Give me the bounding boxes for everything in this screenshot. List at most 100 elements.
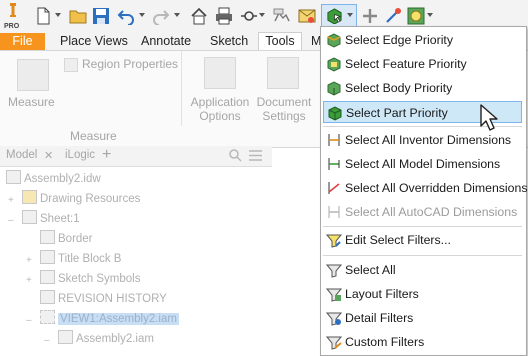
tab-tools[interactable]: Tools: [258, 32, 302, 51]
part-priority-icon: [328, 106, 342, 121]
collapse-icon[interactable]: –: [26, 315, 32, 326]
menu-item-edit-select-filters[interactable]: Edit Select Filters...: [323, 229, 522, 251]
sketch-symbols-icon: [40, 270, 55, 284]
edit-filters-icon: [326, 234, 342, 248]
tab-annotate[interactable]: Annotate: [141, 33, 191, 50]
tree-node-selected[interactable]: VIEW1:Assembly2.iam: [40, 310, 179, 328]
tree-node[interactable]: Drawing Resources: [22, 190, 140, 208]
document-settings-icon[interactable]: [267, 57, 299, 89]
menu-item-select-feature-priority[interactable]: Select Feature Priority: [323, 53, 522, 75]
add-icon[interactable]: [361, 7, 379, 25]
menu-separator: [323, 255, 522, 256]
menu-item-label: Select All Overridden Dimensions: [345, 181, 528, 195]
chevron-down-icon[interactable]: [55, 13, 61, 17]
menu-item-select-body-priority[interactable]: Select Body Priority: [323, 77, 522, 99]
measure-icon[interactable]: [17, 59, 49, 91]
pan-icon[interactable]: [384, 7, 402, 25]
inventor-dimensions-icon: [328, 134, 340, 146]
redo-icon[interactable]: [152, 7, 170, 25]
tab-sketch[interactable]: Sketch: [210, 33, 248, 50]
measure-icon[interactable]: [240, 7, 258, 25]
update-icon[interactable]: [273, 7, 291, 25]
menu-item-label: Select All AutoCAD Dimensions: [345, 205, 518, 219]
menu-item-label: Detail Filters: [345, 311, 414, 325]
menu-item-select-edge-priority[interactable]: Select Edge Priority: [323, 29, 522, 51]
menu-icon[interactable]: [249, 150, 262, 161]
collapse-icon[interactable]: –: [44, 335, 50, 346]
panel-label: Measure: [70, 129, 117, 143]
save-icon[interactable]: [92, 7, 110, 25]
chevron-down-icon[interactable]: [427, 13, 433, 17]
select-priority-button[interactable]: [321, 4, 357, 27]
appearance-icon[interactable]: [407, 7, 425, 25]
print-icon[interactable]: [215, 7, 233, 25]
tab-file[interactable]: File: [0, 33, 45, 50]
measure-label[interactable]: Measure: [8, 95, 55, 109]
tree-node[interactable]: Assembly2.idw: [6, 170, 101, 188]
body-priority-icon: [327, 81, 341, 96]
application-options-button[interactable]: Application Options: [189, 95, 251, 123]
drawing-icon: [6, 170, 21, 184]
tree-node[interactable]: Border: [40, 230, 93, 248]
assembly-icon: [58, 330, 73, 344]
expand-icon[interactable]: +: [26, 275, 32, 286]
menu-item-layout-filters[interactable]: Layout Filters: [323, 283, 522, 305]
menu-item-select-all[interactable]: Select All: [323, 259, 522, 281]
home-icon[interactable]: [190, 7, 208, 25]
menu-item-label: Layout Filters: [345, 287, 419, 301]
title-block-icon: [40, 250, 55, 264]
tree-node[interactable]: Sheet:1: [22, 210, 80, 228]
divider: [181, 51, 182, 126]
browser-tree: Assembly2.idw + Drawing Resources – Shee…: [0, 167, 272, 356]
expand-icon[interactable]: +: [8, 195, 14, 206]
menu-item-select-all-overridden-dimensions[interactable]: Select All Overridden Dimensions: [323, 177, 527, 199]
undo-icon[interactable]: [117, 7, 135, 25]
tab-model[interactable]: Model: [6, 149, 37, 161]
model-dimensions-icon: [328, 158, 340, 170]
menu-separator: [323, 226, 522, 227]
select-priority-menu: Select Edge Priority Select Feature Prior…: [320, 26, 527, 356]
application-options-icon[interactable]: [204, 57, 236, 89]
menu-item-select-all-model-dimensions[interactable]: Select All Model Dimensions: [323, 153, 522, 175]
layout-filters-icon: [326, 288, 342, 302]
menu-item-select-all-autocad-dimensions: Select All AutoCAD Dimensions: [323, 201, 522, 223]
tree-node[interactable]: Sketch Symbols: [40, 270, 140, 288]
tree-node[interactable]: Title Block B: [40, 250, 121, 268]
menu-item-label: Edit Select Filters...: [345, 233, 451, 247]
expand-icon[interactable]: +: [26, 255, 32, 266]
inventor-logo-icon[interactable]: [5, 2, 21, 24]
menu-item-label: Select Feature Priority: [345, 57, 467, 71]
close-icon[interactable]: ✕: [44, 149, 53, 162]
collapse-icon[interactable]: –: [8, 215, 14, 226]
overridden-dimensions-icon: [328, 182, 340, 194]
document-settings-icon[interactable]: [298, 7, 316, 25]
tab-ilogic[interactable]: iLogic: [65, 149, 95, 161]
tree-node[interactable]: Assembly2.iam: [58, 330, 154, 348]
detail-filters-icon: [326, 312, 342, 326]
search-icon[interactable]: [229, 149, 242, 162]
region-properties-button[interactable]: Region Properties: [82, 57, 178, 71]
chevron-down-icon[interactable]: [139, 13, 145, 17]
chevron-down-icon[interactable]: [259, 13, 265, 17]
menu-item-custom-filters[interactable]: Custom Filters: [323, 331, 522, 353]
table-icon: [40, 290, 55, 304]
autocad-dimensions-icon: [328, 206, 340, 218]
menu-item-detail-filters[interactable]: Detail Filters: [323, 307, 522, 329]
add-tab-icon[interactable]: +: [102, 146, 111, 164]
region-properties-icon: [64, 58, 78, 72]
open-folder-icon[interactable]: [69, 7, 87, 25]
folder-icon: [22, 190, 37, 204]
browser-header: Model ✕ iLogic +: [0, 146, 272, 167]
mouse-cursor-icon: [480, 104, 498, 131]
feature-priority-icon: [327, 57, 341, 72]
tree-node[interactable]: REVISION HISTORY: [40, 290, 167, 308]
chevron-down-icon: [347, 13, 353, 17]
new-file-icon[interactable]: [34, 7, 52, 25]
tab-place-views[interactable]: Place Views: [60, 33, 128, 50]
document-settings-button[interactable]: Document Settings: [256, 95, 312, 123]
menu-item-label: Select Edge Priority: [345, 33, 453, 47]
sheet-icon: [22, 210, 37, 224]
chevron-down-icon[interactable]: [174, 13, 180, 17]
select-priority-icon: [327, 8, 342, 24]
edge-priority-icon: [327, 33, 341, 48]
